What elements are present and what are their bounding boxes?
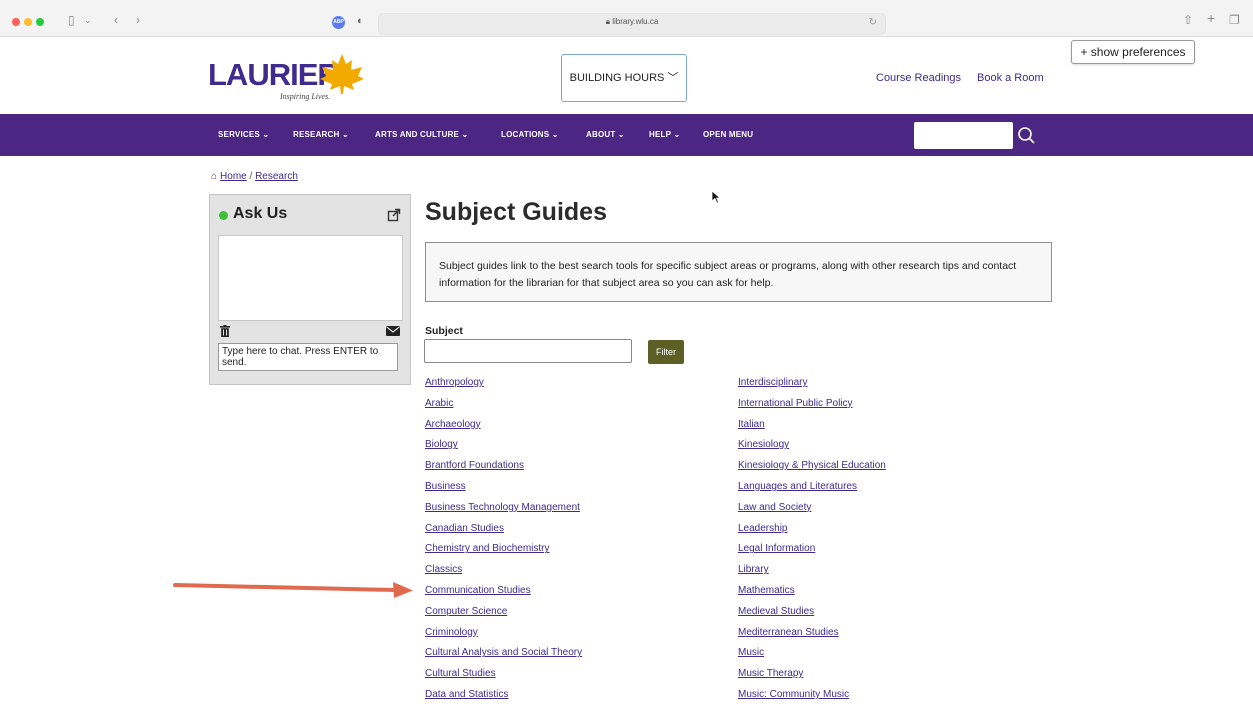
address-bar[interactable]: 🔒︎ library.wlu.ca ↻ xyxy=(378,13,886,35)
nav-help[interactable]: HELP ⌄ xyxy=(649,130,680,139)
subject-link[interactable]: Music: Community Music xyxy=(738,687,886,708)
chevron-down-icon: ﹀ xyxy=(667,72,679,84)
subject-link[interactable]: Data and Statistics xyxy=(425,687,582,708)
subject-link[interactable]: Leadership xyxy=(738,521,886,542)
building-hours-button[interactable]: BUILDING HOURS ﹀ xyxy=(561,54,687,102)
subject-list-left: Anthropology Arabic Archaeology Biology … xyxy=(425,375,582,708)
tab-overview-icon[interactable]: ❐ xyxy=(1229,13,1240,27)
sidebar-icon[interactable]: ▯ xyxy=(68,13,75,27)
ask-us-title: Ask Us xyxy=(233,205,288,222)
mouse-cursor-icon xyxy=(712,191,721,204)
intro-text: Subject guides link to the best search t… xyxy=(425,242,1052,302)
browser-toolbar: ▯ ⌄ ‹ › ABP ◐ 🔒︎ library.wlu.ca ↻ ⇧ + ❐ xyxy=(0,0,1253,37)
ask-us-chat-widget: Ask Us Type here to chat. Press ENTER to… xyxy=(209,194,411,385)
subject-link[interactable]: Mediterranean Studies xyxy=(738,625,886,646)
subject-link[interactable]: Law and Society xyxy=(738,500,886,521)
zoom-window-button[interactable] xyxy=(36,18,44,26)
subject-link[interactable]: Library xyxy=(738,562,886,583)
adblock-extension-icon[interactable]: ABP xyxy=(332,16,345,29)
breadcrumb-home-link[interactable]: Home xyxy=(220,171,247,182)
subject-link[interactable]: Kinesiology xyxy=(738,437,886,458)
subject-list-right: Interdisciplinary International Public P… xyxy=(738,375,886,708)
subject-link[interactable]: Chemistry and Biochemistry xyxy=(425,541,582,562)
chevron-down-icon[interactable]: ⌄ xyxy=(84,13,92,27)
nav-open-menu[interactable]: OPEN MENU xyxy=(703,130,753,139)
subject-link[interactable]: Music xyxy=(738,645,886,666)
close-window-button[interactable] xyxy=(12,18,20,26)
back-icon[interactable]: ‹ xyxy=(114,13,118,27)
breadcrumb-separator: / xyxy=(249,171,253,182)
show-preferences-button[interactable]: + show preferences xyxy=(1071,40,1195,64)
subject-link[interactable]: Business Technology Management xyxy=(425,500,582,521)
book-a-room-link[interactable]: Book a Room xyxy=(977,72,1044,84)
subject-link[interactable]: Mathematics xyxy=(738,583,886,604)
subject-link-communication-studies[interactable]: Communication Studies xyxy=(425,583,582,604)
site-search-input[interactable] xyxy=(914,122,1013,149)
subject-link[interactable]: International Public Policy xyxy=(738,396,886,417)
subject-link[interactable]: Brantford Foundations xyxy=(425,458,582,479)
subject-link[interactable]: Classics xyxy=(425,562,582,583)
nav-arts-and-culture[interactable]: ARTS AND CULTURE ⌄ xyxy=(375,130,468,139)
subject-link[interactable]: Italian xyxy=(738,417,886,438)
subject-link[interactable]: Criminology xyxy=(425,625,582,646)
breadcrumb-research-link[interactable]: Research xyxy=(255,171,298,182)
nav-research[interactable]: RESEARCH ⌄ xyxy=(293,130,349,139)
subject-link[interactable]: Biology xyxy=(425,437,582,458)
search-icon[interactable] xyxy=(1016,125,1036,145)
page-title: Subject Guides xyxy=(425,198,607,226)
subject-link[interactable]: Interdisciplinary xyxy=(738,375,886,396)
popout-icon[interactable] xyxy=(387,208,401,222)
subject-link[interactable]: Anthropology xyxy=(425,375,582,396)
chat-input[interactable]: Type here to chat. Press ENTER to send. xyxy=(218,343,398,371)
reload-icon[interactable]: ↻ xyxy=(869,17,877,28)
subject-link[interactable]: Medieval Studies xyxy=(738,604,886,625)
course-readings-link[interactable]: Course Readings xyxy=(876,72,961,84)
subject-link[interactable]: Legal Information xyxy=(738,541,886,562)
filter-button[interactable]: Filter xyxy=(648,340,684,364)
breadcrumb: ⌂ Home / Research xyxy=(211,171,298,182)
subject-link[interactable]: Music Therapy xyxy=(738,666,886,687)
subject-link[interactable]: Cultural Studies xyxy=(425,666,582,687)
main-navigation: SERVICES ⌄ RESEARCH ⌄ ARTS AND CULTURE ⌄… xyxy=(0,114,1253,156)
new-tab-icon[interactable]: + xyxy=(1207,11,1215,25)
laurier-logo[interactable]: LAURIER Inspiring Lives. xyxy=(208,54,364,101)
subject-link[interactable]: Canadian Studies xyxy=(425,521,582,542)
subject-link[interactable]: Languages and Literatures xyxy=(738,479,886,500)
email-icon[interactable] xyxy=(386,326,400,336)
trash-icon[interactable] xyxy=(220,325,230,337)
building-hours-label: BUILDING HOURS xyxy=(569,72,665,84)
nav-locations[interactable]: LOCATIONS ⌄ xyxy=(501,130,559,139)
url-text: 🔒︎ library.wlu.ca xyxy=(605,17,659,26)
subject-filter-label: Subject xyxy=(425,325,463,337)
forward-icon[interactable]: › xyxy=(136,13,140,27)
subject-filter-input[interactable] xyxy=(424,339,632,363)
lock-icon: 🔒︎ xyxy=(605,17,610,26)
subject-link[interactable]: Kinesiology & Physical Education xyxy=(738,458,886,479)
privacy-shield-icon[interactable]: ◐ xyxy=(357,15,364,27)
minimize-window-button[interactable] xyxy=(24,18,32,26)
nav-about[interactable]: ABOUT ⌄ xyxy=(586,130,625,139)
share-icon[interactable]: ⇧ xyxy=(1183,13,1193,27)
subject-link[interactable]: Arabic xyxy=(425,396,582,417)
home-icon: ⌂ xyxy=(211,171,218,182)
subject-link[interactable]: Archaeology xyxy=(425,417,582,438)
annotation-arrow-icon xyxy=(173,582,413,598)
subject-link[interactable]: Business xyxy=(425,479,582,500)
maple-leaf-icon xyxy=(320,54,364,94)
nav-services[interactable]: SERVICES ⌄ xyxy=(218,130,269,139)
online-status-indicator xyxy=(219,211,228,220)
chat-transcript xyxy=(218,235,403,321)
subject-link[interactable]: Computer Science xyxy=(425,604,582,625)
subject-link[interactable]: Cultural Analysis and Social Theory xyxy=(425,645,582,666)
